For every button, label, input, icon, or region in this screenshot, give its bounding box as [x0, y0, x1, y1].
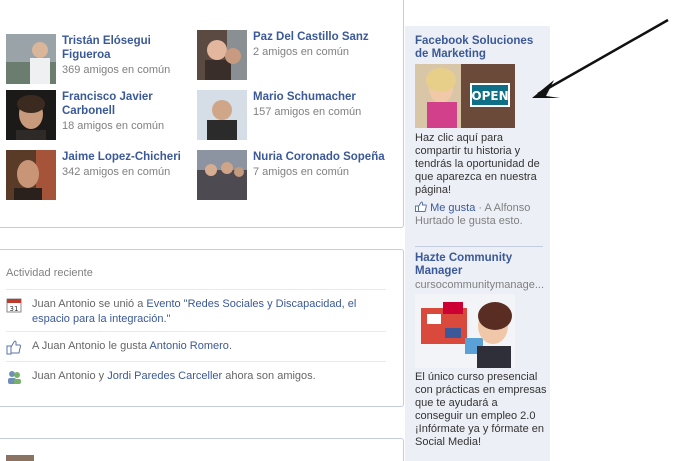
svg-text:31: 31 — [10, 305, 19, 313]
friend-photo[interactable] — [6, 150, 56, 200]
activity-item: 31 Juan Antonio se unió a Evento "Redes … — [6, 289, 386, 331]
mutual-friends-count[interactable]: 7 amigos en común — [253, 165, 388, 179]
friend-name[interactable]: Nuria Coronado Sopeña — [253, 150, 388, 164]
activity-text: Juan Antonio se unió a — [32, 298, 147, 310]
like-link[interactable]: Me gusta — [430, 202, 475, 214]
friend-item[interactable]: Nuria Coronado Sopeña 7 amigos en común — [197, 150, 387, 202]
friends-icon — [6, 369, 22, 385]
activity-item: A Juan Antonio le gusta Antonio Romero. — [6, 331, 386, 361]
recent-activity-card: Actividad reciente 31 Juan Antonio se un… — [0, 249, 404, 407]
friend-photo[interactable] — [197, 150, 247, 200]
friend-photo[interactable] — [197, 30, 247, 80]
ad-image[interactable] — [415, 294, 515, 368]
friend-name[interactable]: Paz Del Castillo Sanz — [253, 30, 388, 44]
friend-photo[interactable] — [6, 90, 56, 140]
friend-photo[interactable] — [6, 34, 56, 84]
profile-link[interactable]: Jordi Paredes Carceller — [107, 370, 222, 382]
ad-body: Haz clic aquí para compartir tu historia… — [415, 132, 540, 196]
friend-name[interactable]: Mario Schumacher — [253, 90, 388, 104]
activity-item: Juan Antonio y Jordi Paredes Carceller a… — [6, 361, 386, 391]
ad-body: El único curso presencial con prácticas … — [415, 371, 547, 448]
page-link[interactable]: Antonio Romero — [149, 340, 229, 352]
ad-item[interactable]: Hazte Community Manager cursocommunityma… — [415, 252, 547, 449]
friend-item[interactable]: Paz Del Castillo Sanz 2 amigos en común — [197, 30, 387, 82]
mutual-friends-count[interactable]: 157 amigos en común — [253, 105, 388, 119]
friend-item[interactable]: Tristán Elósegui Figueroa 369 amigos en … — [6, 34, 196, 86]
calendar-icon: 31 — [6, 297, 22, 313]
friend-name[interactable]: Francisco Javier Carbonell — [62, 90, 197, 118]
friend-name[interactable]: Jaime Lopez-Chicheri — [62, 150, 197, 164]
ad-domain[interactable]: cursocommunitymanage... — [415, 278, 547, 292]
thumbs-up-icon[interactable] — [415, 201, 427, 214]
avatar[interactable] — [6, 455, 34, 461]
mutual-friends-count[interactable]: 342 amigos en común — [62, 165, 197, 179]
friend-photo[interactable] — [197, 90, 247, 140]
activity-heading: Actividad reciente — [6, 267, 93, 279]
thumbs-up-icon — [6, 339, 22, 355]
friend-item[interactable]: Mario Schumacher 157 amigos en común — [197, 90, 387, 142]
mutual-friends-card: Tristán Elósegui Figueroa 369 amigos en … — [0, 0, 404, 228]
friend-item[interactable]: Francisco Javier Carbonell 18 amigos en … — [6, 90, 196, 142]
feed-card — [0, 438, 404, 461]
svg-text:OPEN: OPEN — [471, 89, 508, 103]
mutual-friends-count[interactable]: 18 amigos en común — [62, 119, 197, 133]
activity-text: . — [228, 340, 232, 352]
activity-text: ahora son amigos. — [222, 370, 316, 382]
ad-image[interactable]: OPEN — [415, 64, 515, 128]
divider — [415, 246, 543, 247]
friend-name[interactable]: Tristán Elósegui Figueroa — [62, 34, 197, 62]
activity-text: A Juan Antonio le gusta — [32, 340, 150, 352]
annotation-arrow — [532, 18, 669, 98]
friend-item[interactable]: Jaime Lopez-Chicheri 342 amigos en común — [6, 150, 196, 202]
ad-title[interactable]: Hazte Community Manager — [415, 252, 547, 278]
activity-text: Juan Antonio y — [32, 370, 108, 382]
mutual-friends-count[interactable]: 2 amigos en común — [253, 45, 388, 59]
mutual-friends-count[interactable]: 369 amigos en común — [62, 63, 197, 77]
